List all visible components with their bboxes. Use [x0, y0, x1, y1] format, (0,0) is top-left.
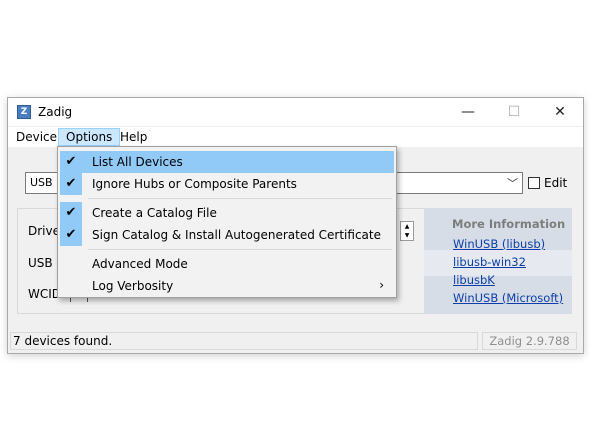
- menu-separator: [88, 198, 392, 199]
- close-button[interactable]: ✕: [537, 98, 583, 126]
- status-message-box: 7 devices found.: [10, 332, 478, 350]
- menu-options[interactable]: Options: [58, 128, 121, 146]
- menu-item-log-verbosity[interactable]: Log Verbosity ›: [60, 275, 394, 297]
- link-libusb-win32[interactable]: libusb-win32: [453, 255, 526, 269]
- status-bar: 7 devices found. Zadig 2.9.788: [8, 327, 583, 353]
- menu-bar: Device Options Help: [8, 127, 583, 147]
- menu-item-sign-catalog[interactable]: ✔ Sign Catalog & Install Autogenerated C…: [60, 224, 394, 246]
- menu-item-label: Create a Catalog File: [92, 206, 217, 220]
- menu-item-label: Sign Catalog & Install Autogenerated Cer…: [92, 228, 381, 242]
- link-winusb-microsoft[interactable]: WinUSB (Microsoft): [453, 291, 563, 305]
- check-icon: ✔: [60, 224, 82, 246]
- check-icon: ✔: [60, 151, 82, 173]
- version-label: Zadig 2.9.788: [482, 332, 577, 350]
- menu-separator: [88, 249, 392, 250]
- check-icon: ✔: [60, 202, 82, 224]
- link-libusbk[interactable]: libusbK: [453, 273, 495, 287]
- menu-item-create-catalog[interactable]: ✔ Create a Catalog File: [60, 202, 394, 224]
- edit-label: Edit: [544, 176, 568, 190]
- menu-item-label: Advanced Mode: [92, 257, 188, 271]
- menu-item-advanced-mode[interactable]: Advanced Mode: [60, 253, 394, 275]
- options-menu: ✔ List All Devices ✔ Ignore Hubs or Comp…: [57, 146, 397, 298]
- menu-item-label: Log Verbosity: [92, 279, 174, 293]
- title-bar[interactable]: Z Zadig — ☐ ✕: [8, 98, 583, 126]
- chevron-right-icon: ›: [379, 278, 384, 292]
- chevron-down-icon[interactable]: ﹀: [507, 175, 518, 191]
- window-title: Zadig: [38, 105, 73, 119]
- more-information-panel: More Information WinUSB (libusb) libusb-…: [424, 208, 572, 314]
- menu-item-ignore-hubs[interactable]: ✔ Ignore Hubs or Composite Parents: [60, 173, 394, 195]
- minimize-button[interactable]: —: [445, 98, 491, 126]
- edit-checkbox[interactable]: [528, 177, 540, 189]
- menu-item-list-all-devices[interactable]: ✔ List All Devices: [60, 151, 394, 173]
- menu-device[interactable]: Device: [9, 128, 64, 146]
- check-icon: ✔: [60, 173, 82, 195]
- menu-item-label: Ignore Hubs or Composite Parents: [92, 177, 297, 191]
- link-winusb-libusb[interactable]: WinUSB (libusb): [453, 237, 545, 251]
- zadig-icon: Z: [17, 105, 31, 119]
- more-information-title: More Information: [452, 217, 566, 231]
- maximize-button[interactable]: ☐: [491, 98, 537, 126]
- driver-spinner[interactable]: ▲ ▼: [400, 221, 414, 241]
- menu-item-label: List All Devices: [92, 155, 183, 169]
- menu-help[interactable]: Help: [113, 128, 154, 146]
- status-message: 7 devices found.: [13, 334, 113, 348]
